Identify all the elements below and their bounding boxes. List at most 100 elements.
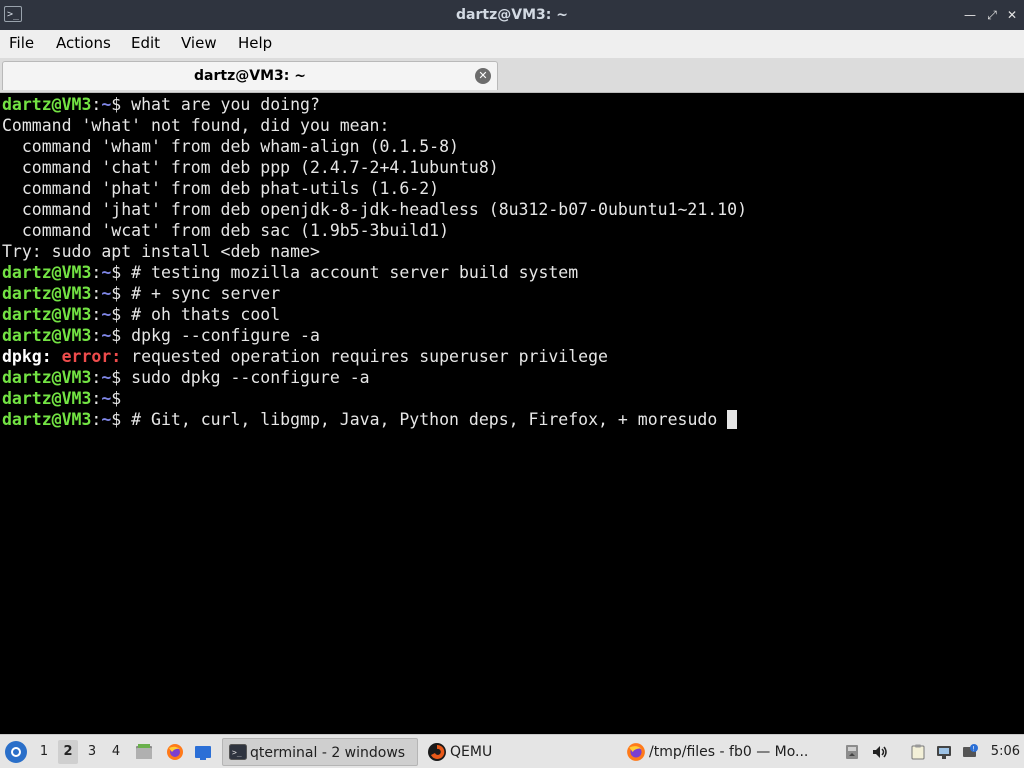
show-desktop-icon[interactable]: [194, 743, 212, 761]
close-icon[interactable]: ✕: [1004, 7, 1020, 23]
prompt-user: dartz@VM3: [2, 95, 92, 114]
prompt-symbol: $: [111, 389, 132, 408]
prompt-symbol: $: [111, 284, 132, 303]
prompt-path: ~: [101, 326, 112, 345]
prompt-symbol: $: [111, 263, 132, 282]
command-text: sudo dpkg --configure -a: [131, 368, 370, 387]
svg-text:!: !: [972, 746, 974, 753]
menubar: File Actions Edit View Help: [0, 30, 1024, 58]
prompt-separator: :: [91, 410, 102, 429]
terminal-line: command 'chat' from deb ppp (2.4.7-2+4.1…: [2, 157, 499, 178]
terminal-line: dartz@VM3:~$ what are you doing?: [2, 94, 320, 115]
output-text: command 'chat' from deb ppp (2.4.7-2+4.1…: [2, 158, 499, 177]
firefox-icon[interactable]: [166, 743, 184, 761]
terminal-line: dartz@VM3:~$ # + sync server: [2, 283, 280, 304]
prompt-path: ~: [101, 95, 112, 114]
prompt-user: dartz@VM3: [2, 284, 92, 303]
prompt-separator: :: [91, 263, 102, 282]
command-text: # Git, curl, libgmp, Java, Python deps, …: [131, 410, 728, 429]
prompt-separator: :: [91, 284, 102, 303]
minimize-icon[interactable]: —: [962, 7, 978, 23]
prompt-symbol: $: [111, 305, 132, 324]
menu-help[interactable]: Help: [238, 30, 272, 56]
prompt-path: ~: [101, 368, 112, 387]
command-text: dpkg --configure -a: [131, 326, 320, 345]
output-text: Try: sudo apt install <deb name>: [2, 242, 320, 261]
prompt-separator: :: [91, 368, 102, 387]
workspace-1[interactable]: 1: [34, 740, 54, 764]
firefox-icon: [627, 743, 645, 761]
prompt-path: ~: [101, 284, 112, 303]
update-icon[interactable]: !: [962, 744, 978, 760]
terminal-output[interactable]: dartz@VM3:~$ what are you doing? Command …: [0, 93, 1024, 734]
menu-actions[interactable]: Actions: [56, 30, 111, 56]
svg-text:>_: >_: [232, 748, 242, 757]
close-circle-icon[interactable]: ✕: [475, 68, 491, 84]
terminal-line: command 'wham' from deb wham-align (0.1.…: [2, 136, 459, 157]
workspace-4[interactable]: 4: [106, 740, 126, 764]
prompt-separator: :: [91, 95, 102, 114]
output-text: Command 'what' not found, did you mean:: [2, 116, 390, 135]
network-icon[interactable]: [936, 744, 952, 760]
prompt-user: dartz@VM3: [2, 410, 92, 429]
prompt-symbol: $: [111, 95, 132, 114]
disk-icon[interactable]: [844, 744, 860, 760]
prompt-symbol: $: [111, 326, 132, 345]
terminal-line: command 'wcat' from deb sac (1.9b5-3buil…: [2, 220, 449, 241]
prompt-user: dartz@VM3: [2, 368, 92, 387]
command-text: # testing mozilla account server build s…: [131, 263, 579, 282]
task-label: /tmp/files - fb0 — Mo...: [649, 744, 809, 760]
clock[interactable]: 5:06: [991, 735, 1020, 768]
menu-file[interactable]: File: [9, 30, 34, 56]
terminal-line: dartz@VM3:~$ sudo dpkg --configure -a: [2, 367, 370, 388]
prompt-user: dartz@VM3: [2, 389, 92, 408]
prompt-user: dartz@VM3: [2, 263, 92, 282]
task-firefox[interactable]: /tmp/files - fb0 — Mo...: [622, 738, 822, 766]
terminal-icon: >_: [229, 744, 247, 760]
task-qterminal[interactable]: >_ qterminal - 2 windows: [222, 738, 418, 766]
prompt-separator: :: [91, 389, 102, 408]
workspace-3[interactable]: 3: [82, 740, 102, 764]
command-text: # oh thats cool: [131, 305, 281, 324]
prompt-path: ~: [101, 410, 112, 429]
prompt-symbol: $: [111, 368, 132, 387]
text-cursor: [727, 410, 738, 429]
volume-icon[interactable]: [872, 744, 888, 760]
terminal-line: dartz@VM3:~$ # testing mozilla account s…: [2, 262, 578, 283]
start-menu-icon[interactable]: [5, 741, 27, 763]
task-label: qterminal - 2 windows: [250, 745, 406, 761]
error-program: dpkg:: [2, 347, 52, 366]
command-text: what are you doing?: [131, 95, 320, 114]
terminal-line: command 'jhat' from deb openjdk-8-jdk-he…: [2, 199, 747, 220]
tab-label: dartz@VM3: ~: [194, 68, 306, 84]
prompt-user: dartz@VM3: [2, 305, 92, 324]
error-message: requested operation requires superuser p…: [131, 347, 608, 366]
task-qemu[interactable]: QEMU: [422, 738, 618, 766]
menu-view[interactable]: View: [181, 30, 217, 56]
output-text: command 'phat' from deb phat-utils (1.6-…: [2, 179, 440, 198]
terminal-line: Command 'what' not found, did you mean:: [2, 115, 389, 136]
output-text: command 'jhat' from deb openjdk-8-jdk-he…: [2, 200, 748, 219]
file-manager-icon[interactable]: [135, 743, 153, 761]
prompt-path: ~: [101, 305, 112, 324]
terminal-line: dpkg: error: requested operation require…: [2, 346, 608, 367]
task-label: QEMU: [450, 744, 493, 760]
tab-terminal[interactable]: dartz@VM3: ~ ✕: [2, 61, 498, 90]
workspace-2[interactable]: 2: [58, 740, 78, 764]
clipboard-icon[interactable]: [910, 744, 926, 760]
maximize-icon[interactable]: ⤢: [984, 7, 1000, 23]
window-title: dartz@VM3: ~: [456, 7, 568, 23]
terminal-line: dartz@VM3:~$: [2, 388, 131, 409]
output-text: command 'wcat' from deb sac (1.9b5-3buil…: [2, 221, 450, 240]
prompt-separator: :: [91, 305, 102, 324]
prompt-path: ~: [101, 389, 112, 408]
prompt-symbol: $: [111, 410, 132, 429]
terminal-line: dartz@VM3:~$ dpkg --configure -a: [2, 325, 320, 346]
prompt-user: dartz@VM3: [2, 326, 92, 345]
window-titlebar[interactable]: >_ dartz@VM3: ~ — ⤢ ✕: [0, 0, 1024, 30]
output-text: command 'wham' from deb wham-align (0.1.…: [2, 137, 459, 156]
taskbar: 1 2 3 4 >_ qterminal - 2 windows QEMU /t…: [0, 734, 1024, 768]
menu-edit[interactable]: Edit: [131, 30, 160, 56]
command-text: # + sync server: [131, 284, 281, 303]
tab-bar: dartz@VM3: ~ ✕: [0, 58, 1024, 93]
